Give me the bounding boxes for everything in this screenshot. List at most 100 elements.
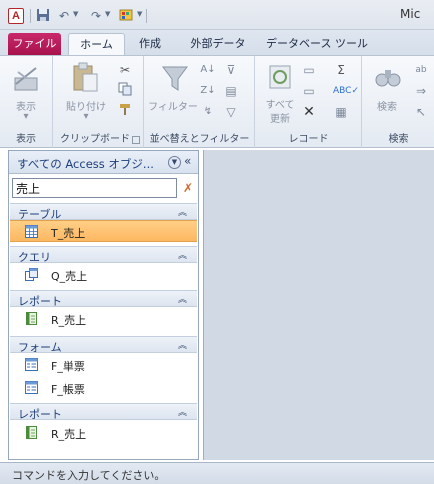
copy-icon[interactable] <box>117 82 133 98</box>
navigation-pane: すべての Access オブジ... ▼ « ✗ テーブル ︽ T_売上 クエリ… <box>8 150 199 460</box>
goto-icon[interactable]: ⇒ <box>413 83 429 99</box>
redo-icon[interactable]: ↷ <box>88 8 104 24</box>
table-icon <box>25 225 38 238</box>
nav-group-label: レポート <box>18 408 62 421</box>
new-record-icon[interactable]: ▭ <box>301 62 317 78</box>
delete-record-icon[interactable]: ✕ <box>301 104 317 120</box>
nav-group-label: フォーム <box>18 341 62 354</box>
ribbon-group-view: 表示 ▾ 表示 <box>0 56 53 148</box>
nav-group-reports[interactable]: レポート ︽ <box>10 290 197 308</box>
nav-item-r-sales-2[interactable]: R_売上 <box>10 422 197 444</box>
save-record-icon[interactable]: ▭ <box>301 83 317 99</box>
clipboard-launcher-icon[interactable] <box>132 136 140 144</box>
nav-group-queries[interactable]: クエリ ︽ <box>10 246 197 264</box>
paste-icon <box>71 62 101 92</box>
tab-database-tools[interactable]: データベース ツール <box>263 33 371 55</box>
chevron-up-icon[interactable]: ︽ <box>178 292 187 305</box>
qat-dropdown-icon[interactable]: ▼ <box>137 10 142 18</box>
nav-item-label: R_売上 <box>51 428 87 441</box>
spelling-icon[interactable]: ABC✓ <box>333 83 359 99</box>
nav-item-label: Q_売上 <box>51 270 88 283</box>
qat-separator <box>30 9 31 23</box>
totals-icon[interactable]: Σ <box>333 62 349 78</box>
view-dropdown-icon[interactable]: ▾ <box>22 111 30 122</box>
clear-sort-icon[interactable]: ↯ <box>200 104 216 120</box>
paste-dropdown-icon[interactable]: ▾ <box>82 111 90 122</box>
ribbon-group-label: 並べ替えとフィルター <box>149 134 250 145</box>
nav-item-t-sales[interactable]: T_売上 <box>10 220 197 242</box>
qat-separator <box>146 9 147 23</box>
ribbon-group-records: すべて 更新 ▭ ▭ ✕ Σ ABC✓ ▦ レコード <box>256 56 362 148</box>
ribbon-group-sort-filter: フィルター A↓ Z↓ ↯ ⊽ ▤ ▽ 並べ替えとフィルター <box>145 56 255 148</box>
form-icon <box>25 358 38 371</box>
replace-icon[interactable]: ab <box>413 62 429 78</box>
access-app-icon[interactable]: A <box>8 8 24 24</box>
tab-external-data[interactable]: 外部データ <box>183 33 253 55</box>
chevron-up-icon[interactable]: ︽ <box>178 338 187 351</box>
status-bar: コマンドを入力してください。 <box>0 462 434 484</box>
nav-search: ✗ <box>12 178 195 198</box>
chevron-up-icon[interactable]: ︽ <box>178 248 187 261</box>
format-painter-icon[interactable] <box>117 102 133 118</box>
nav-search-input[interactable] <box>12 178 177 198</box>
filter-button[interactable]: フィルター <box>147 98 199 113</box>
refresh-all-icon <box>266 62 296 92</box>
nav-item-label: R_売上 <box>51 314 87 327</box>
report-icon <box>25 312 38 325</box>
chevron-up-icon[interactable]: ︽ <box>178 205 187 218</box>
save-icon[interactable] <box>35 8 51 24</box>
nav-group-forms[interactable]: フォーム ︽ <box>10 336 197 354</box>
nav-item-label: F_帳票 <box>51 383 85 396</box>
find-button[interactable]: 検索 <box>367 98 407 113</box>
ribbon-group-clipboard: 貼り付け ▾ ✂ クリップボード <box>54 56 144 148</box>
report-icon <box>25 426 38 439</box>
document-workspace <box>203 150 434 460</box>
form-icon <box>25 381 38 394</box>
window-title: Mic <box>400 7 421 21</box>
nav-group-label: クエリ <box>18 251 51 264</box>
selection-filter-icon[interactable]: ⊽ <box>223 62 239 78</box>
status-text: コマンドを入力してください。 <box>12 469 166 482</box>
nav-pane-header[interactable]: すべての Access オブジ... ▼ « <box>9 151 198 174</box>
nav-item-label: F_単票 <box>51 360 85 373</box>
query-icon <box>25 268 38 281</box>
sort-ascending-icon[interactable]: A↓ <box>200 62 216 78</box>
cut-icon[interactable]: ✂ <box>117 62 133 78</box>
undo-dropdown-icon[interactable]: ▼ <box>73 10 78 18</box>
ribbon-group-find: 検索 ab ⇒ ↖ 検索 <box>363 56 434 148</box>
tab-home[interactable]: ホーム <box>68 33 125 56</box>
nav-menu-dropdown-icon[interactable]: ▼ <box>168 156 181 169</box>
select-icon[interactable]: ↖ <box>413 104 429 120</box>
tab-file[interactable]: ファイル <box>8 33 61 55</box>
clear-search-icon[interactable]: ✗ <box>180 179 196 197</box>
ribbon-group-label: レコード <box>288 134 329 145</box>
nav-group-tables[interactable]: テーブル ︽ <box>10 203 197 221</box>
sort-descending-icon[interactable]: Z↓ <box>200 83 216 99</box>
filter-icon <box>160 64 190 94</box>
toggle-filter-icon[interactable]: ▽ <box>223 104 239 120</box>
undo-icon[interactable]: ↶ <box>56 8 72 24</box>
nav-item-r-sales[interactable]: R_売上 <box>10 308 197 330</box>
view-icon <box>12 64 42 94</box>
ribbon-group-label: 表示 <box>16 134 36 145</box>
nav-item-label: T_売上 <box>51 227 86 240</box>
nav-item-f-single[interactable]: F_単票 <box>10 354 197 376</box>
refresh-all-button[interactable]: すべて <box>258 96 302 111</box>
refresh-all-button-line2[interactable]: 更新 <box>258 110 302 125</box>
customize-palette-icon[interactable] <box>119 8 135 24</box>
title-bar: A ↶ ▼ ↷ ▼ ▼ Mic <box>0 0 434 30</box>
more-icon[interactable]: ▦ <box>333 104 349 120</box>
nav-group-label: レポート <box>18 295 62 308</box>
chevron-up-icon[interactable]: ︽ <box>178 405 187 418</box>
tab-create[interactable]: 作成 <box>130 33 170 55</box>
nav-collapse-icon[interactable]: « <box>184 154 191 168</box>
nav-item-f-continuous[interactable]: F_帳票 <box>10 377 197 399</box>
find-binoculars-icon <box>373 62 403 92</box>
ribbon-group-label: クリップボード <box>60 134 130 145</box>
nav-pane-title[interactable]: すべての Access オブジ... <box>17 156 154 172</box>
nav-group-reports-2[interactable]: レポート ︽ <box>10 403 197 421</box>
nav-item-q-sales[interactable]: Q_売上 <box>10 264 197 286</box>
redo-dropdown-icon[interactable]: ▼ <box>105 10 110 18</box>
advanced-filter-icon[interactable]: ▤ <box>223 83 239 99</box>
ribbon: 表示 ▾ 表示 貼り付け ▾ ✂ クリップボード フィルター A↓ Z↓ ↯ ⊽… <box>0 55 434 148</box>
